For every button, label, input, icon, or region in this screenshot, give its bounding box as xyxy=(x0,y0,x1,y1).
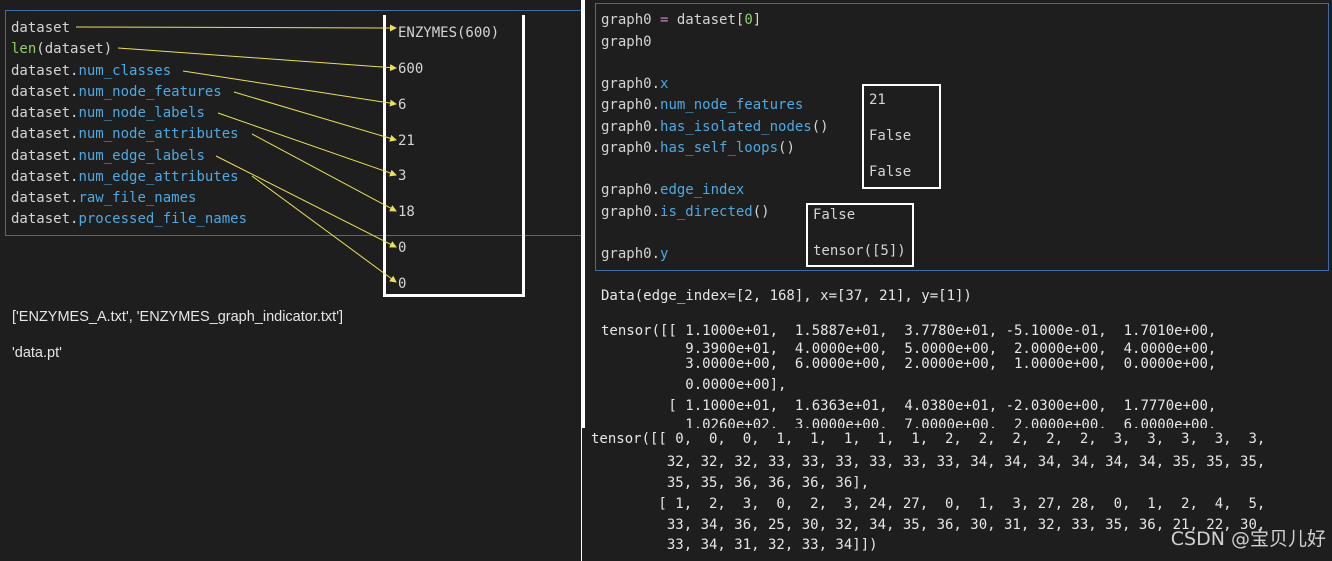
result-value: tensor([5]) xyxy=(813,243,906,259)
output-processed-file-names: 'data.pt' xyxy=(12,345,62,361)
arrow xyxy=(182,70,397,107)
output-edge-line: tensor([[ 0, 0, 0, 1, 1, 1, 1, 1, 2, 2, … xyxy=(591,431,1266,447)
code-line: graph0.y xyxy=(601,246,669,262)
output-edge-line: [ 1, 2, 3, 0, 2, 3, 24, 27, 0, 1, 3, 27,… xyxy=(591,496,1266,512)
code-line: graph0 = dataset[0] xyxy=(601,12,762,28)
output-x-line: 0.0000e+00], xyxy=(601,377,787,393)
result-value: False xyxy=(869,164,912,180)
output-raw-file-names: ['ENZYMES_A.txt', 'ENZYMES_graph_indicat… xyxy=(12,309,344,325)
arrow xyxy=(117,47,397,72)
output-x-line: 1.0260e+02, 3.0000e+00, 7.0000e+00, 2.00… xyxy=(601,417,1217,428)
output-data-summary: Data(edge_index=[2, 168], x=[37, 21], y=… xyxy=(601,288,972,304)
output-edge-line: 35, 35, 36, 36, 36, 36], xyxy=(591,475,870,491)
code-line: graph0.x xyxy=(601,76,669,92)
result-value: False xyxy=(813,207,856,223)
code-line: graph0.num_node_features xyxy=(601,97,804,113)
code-line: graph0.edge_index xyxy=(601,182,745,198)
output-x-line: 3.0000e+00, 6.0000e+00, 2.0000e+00, 1.00… xyxy=(601,356,1217,372)
arrow xyxy=(233,91,397,142)
output-x-line: [ 1.1000e+01, 1.6363e+01, 4.0380e+01, -2… xyxy=(601,398,1217,414)
code-line: graph0.has_isolated_nodes() xyxy=(601,119,829,135)
arrow xyxy=(75,24,397,32)
code-cell-graph0[interactable] xyxy=(595,3,1329,271)
output-x-line: 9.3900e+01, 4.0000e+00, 5.0000e+00, 2.00… xyxy=(601,341,1217,356)
output-edge-line: 33, 34, 31, 32, 33, 34]]) xyxy=(591,537,878,553)
arrow xyxy=(215,155,397,248)
left-notebook-panel: dataset len(dataset) dataset.num_classes… xyxy=(0,0,581,561)
code-line: graph0.is_directed() xyxy=(601,204,770,220)
result-value: 21 xyxy=(869,92,886,108)
output-x-line: tensor([[ 1.1000e+01, 1.5887e+01, 3.7780… xyxy=(601,323,1217,339)
result-value: False xyxy=(869,128,912,144)
code-line: graph0 xyxy=(601,34,652,50)
arrow xyxy=(251,175,397,283)
annotation-arrows xyxy=(75,24,397,283)
output-edge-line: 32, 32, 32, 33, 33, 33, 33, 33, 33, 34, … xyxy=(591,454,1266,470)
arrow xyxy=(217,112,397,177)
watermark: CSDN @宝贝儿好 xyxy=(1170,528,1326,550)
code-line: graph0.has_self_loops() xyxy=(601,140,795,156)
output-edge-line: 33, 34, 36, 25, 30, 32, 34, 35, 36, 30, … xyxy=(591,517,1266,533)
arrow xyxy=(251,133,397,212)
